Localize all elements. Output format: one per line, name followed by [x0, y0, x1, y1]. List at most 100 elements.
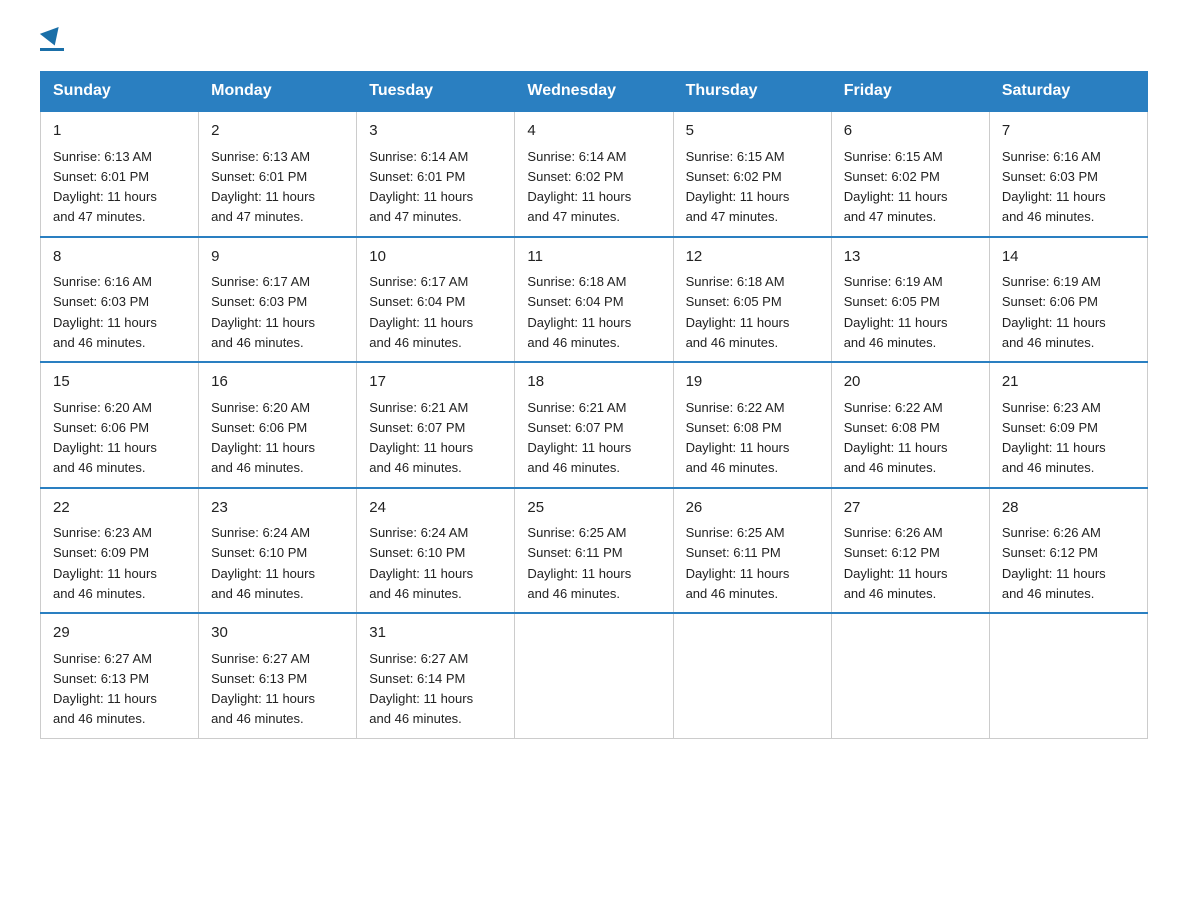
- day-info: Sunrise: 6:17 AMSunset: 6:03 PMDaylight:…: [211, 274, 315, 350]
- day-cell: [673, 613, 831, 738]
- day-cell: [515, 613, 673, 738]
- day-cell: 22 Sunrise: 6:23 AMSunset: 6:09 PMDayligh…: [41, 488, 199, 614]
- day-number: 2: [211, 120, 344, 143]
- day-info: Sunrise: 6:25 AMSunset: 6:11 PMDaylight:…: [686, 525, 790, 601]
- day-number: 8: [53, 246, 186, 269]
- day-cell: 31 Sunrise: 6:27 AMSunset: 6:14 PMDayligh…: [357, 613, 515, 738]
- day-cell: 18 Sunrise: 6:21 AMSunset: 6:07 PMDayligh…: [515, 362, 673, 488]
- day-number: 19: [686, 371, 819, 394]
- day-info: Sunrise: 6:18 AMSunset: 6:05 PMDaylight:…: [686, 274, 790, 350]
- day-cell: 1 Sunrise: 6:13 AMSunset: 6:01 PMDaylight…: [41, 111, 199, 237]
- day-number: 21: [1002, 371, 1135, 394]
- day-info: Sunrise: 6:23 AMSunset: 6:09 PMDaylight:…: [53, 525, 157, 601]
- day-cell: 5 Sunrise: 6:15 AMSunset: 6:02 PMDaylight…: [673, 111, 831, 237]
- logo-underline: [40, 48, 64, 51]
- day-info: Sunrise: 6:27 AMSunset: 6:13 PMDaylight:…: [211, 651, 315, 727]
- day-number: 26: [686, 497, 819, 520]
- day-number: 17: [369, 371, 502, 394]
- day-cell: 6Sunrise: 6:15 AMSunset: 6:02 PMDaylight…: [831, 111, 989, 237]
- day-number: 10: [369, 246, 502, 269]
- day-info: Sunrise: 6:22 AMSunset: 6:08 PMDaylight:…: [686, 400, 790, 476]
- day-number: 29: [53, 622, 186, 645]
- day-info: Sunrise: 6:25 AMSunset: 6:11 PMDaylight:…: [527, 525, 631, 601]
- day-number: 6: [844, 120, 977, 143]
- week-row-3: 15Sunrise: 6:20 AMSunset: 6:06 PMDayligh…: [41, 362, 1148, 488]
- day-cell: 9 Sunrise: 6:17 AMSunset: 6:03 PMDaylight…: [199, 237, 357, 363]
- day-cell: 23 Sunrise: 6:24 AMSunset: 6:10 PMDayligh…: [199, 488, 357, 614]
- day-cell: 15Sunrise: 6:20 AMSunset: 6:06 PMDayligh…: [41, 362, 199, 488]
- day-info: Sunrise: 6:20 AMSunset: 6:06 PMDaylight:…: [211, 400, 315, 476]
- day-number: 1: [53, 120, 186, 143]
- day-info: Sunrise: 6:26 AMSunset: 6:12 PMDaylight:…: [844, 525, 948, 601]
- weekday-header-sunday: Sunday: [41, 72, 199, 112]
- day-cell: 14Sunrise: 6:19 AMSunset: 6:06 PMDayligh…: [989, 237, 1147, 363]
- day-cell: 3Sunrise: 6:14 AMSunset: 6:01 PMDaylight…: [357, 111, 515, 237]
- day-info: Sunrise: 6:24 AMSunset: 6:10 PMDaylight:…: [211, 525, 315, 601]
- weekday-header-monday: Monday: [199, 72, 357, 112]
- day-cell: 25 Sunrise: 6:25 AMSunset: 6:11 PMDayligh…: [515, 488, 673, 614]
- day-info: Sunrise: 6:27 AMSunset: 6:13 PMDaylight:…: [53, 651, 157, 727]
- day-cell: 26 Sunrise: 6:25 AMSunset: 6:11 PMDayligh…: [673, 488, 831, 614]
- day-number: 12: [686, 246, 819, 269]
- day-number: 9: [211, 246, 344, 269]
- day-cell: 21 Sunrise: 6:23 AMSunset: 6:09 PMDayligh…: [989, 362, 1147, 488]
- day-info: Sunrise: 6:21 AMSunset: 6:07 PMDaylight:…: [527, 400, 631, 476]
- day-info: Sunrise: 6:13 AMSunset: 6:01 PMDaylight:…: [211, 149, 315, 225]
- day-number: 18: [527, 371, 660, 394]
- day-info: Sunrise: 6:27 AMSunset: 6:14 PMDaylight:…: [369, 651, 473, 727]
- weekday-header-thursday: Thursday: [673, 72, 831, 112]
- day-number: 14: [1002, 246, 1135, 269]
- day-info: Sunrise: 6:16 AMSunset: 6:03 PMDaylight:…: [1002, 149, 1106, 225]
- day-cell: 17 Sunrise: 6:21 AMSunset: 6:07 PMDayligh…: [357, 362, 515, 488]
- day-cell: 8 Sunrise: 6:16 AMSunset: 6:03 PMDaylight…: [41, 237, 199, 363]
- day-info: Sunrise: 6:14 AMSunset: 6:02 PMDaylight:…: [527, 149, 631, 225]
- day-info: Sunrise: 6:23 AMSunset: 6:09 PMDaylight:…: [1002, 400, 1106, 476]
- logo-triangle-icon: [40, 27, 64, 49]
- day-cell: 28 Sunrise: 6:26 AMSunset: 6:12 PMDayligh…: [989, 488, 1147, 614]
- day-cell: 2 Sunrise: 6:13 AMSunset: 6:01 PMDaylight…: [199, 111, 357, 237]
- day-cell: 19 Sunrise: 6:22 AMSunset: 6:08 PMDayligh…: [673, 362, 831, 488]
- day-number: 24: [369, 497, 502, 520]
- day-cell: 24 Sunrise: 6:24 AMSunset: 6:10 PMDayligh…: [357, 488, 515, 614]
- day-number: 5: [686, 120, 819, 143]
- week-row-5: 29 Sunrise: 6:27 AMSunset: 6:13 PMDayligh…: [41, 613, 1148, 738]
- day-cell: 30Sunrise: 6:27 AMSunset: 6:13 PMDayligh…: [199, 613, 357, 738]
- day-cell: 27 Sunrise: 6:26 AMSunset: 6:12 PMDayligh…: [831, 488, 989, 614]
- day-number: 25: [527, 497, 660, 520]
- day-info: Sunrise: 6:16 AMSunset: 6:03 PMDaylight:…: [53, 274, 157, 350]
- day-info: Sunrise: 6:24 AMSunset: 6:10 PMDaylight:…: [369, 525, 473, 601]
- day-number: 22: [53, 497, 186, 520]
- day-info: Sunrise: 6:14 AMSunset: 6:01 PMDaylight:…: [369, 149, 473, 225]
- day-cell: [831, 613, 989, 738]
- day-cell: [989, 613, 1147, 738]
- page-header: [40, 30, 1148, 51]
- day-number: 4: [527, 120, 660, 143]
- week-row-2: 8 Sunrise: 6:16 AMSunset: 6:03 PMDaylight…: [41, 237, 1148, 363]
- day-cell: 10Sunrise: 6:17 AMSunset: 6:04 PMDayligh…: [357, 237, 515, 363]
- day-number: 20: [844, 371, 977, 394]
- day-info: Sunrise: 6:13 AMSunset: 6:01 PMDaylight:…: [53, 149, 157, 225]
- day-number: 27: [844, 497, 977, 520]
- day-info: Sunrise: 6:18 AMSunset: 6:04 PMDaylight:…: [527, 274, 631, 350]
- day-number: 7: [1002, 120, 1135, 143]
- logo: [40, 30, 64, 51]
- week-row-1: 1 Sunrise: 6:13 AMSunset: 6:01 PMDaylight…: [41, 111, 1148, 237]
- weekday-header-row: SundayMondayTuesdayWednesdayThursdayFrid…: [41, 72, 1148, 112]
- day-info: Sunrise: 6:26 AMSunset: 6:12 PMDaylight:…: [1002, 525, 1106, 601]
- day-cell: 29 Sunrise: 6:27 AMSunset: 6:13 PMDayligh…: [41, 613, 199, 738]
- day-cell: 4 Sunrise: 6:14 AMSunset: 6:02 PMDaylight…: [515, 111, 673, 237]
- day-number: 16: [211, 371, 344, 394]
- day-info: Sunrise: 6:21 AMSunset: 6:07 PMDaylight:…: [369, 400, 473, 476]
- weekday-header-wednesday: Wednesday: [515, 72, 673, 112]
- day-number: 31: [369, 622, 502, 645]
- day-cell: 16 Sunrise: 6:20 AMSunset: 6:06 PMDayligh…: [199, 362, 357, 488]
- week-row-4: 22 Sunrise: 6:23 AMSunset: 6:09 PMDayligh…: [41, 488, 1148, 614]
- day-number: 11: [527, 246, 660, 269]
- day-info: Sunrise: 6:19 AMSunset: 6:05 PMDaylight:…: [844, 274, 948, 350]
- day-cell: 13Sunrise: 6:19 AMSunset: 6:05 PMDayligh…: [831, 237, 989, 363]
- day-number: 23: [211, 497, 344, 520]
- day-info: Sunrise: 6:15 AMSunset: 6:02 PMDaylight:…: [686, 149, 790, 225]
- day-info: Sunrise: 6:22 AMSunset: 6:08 PMDaylight:…: [844, 400, 948, 476]
- day-cell: 7 Sunrise: 6:16 AMSunset: 6:03 PMDaylight…: [989, 111, 1147, 237]
- day-number: 28: [1002, 497, 1135, 520]
